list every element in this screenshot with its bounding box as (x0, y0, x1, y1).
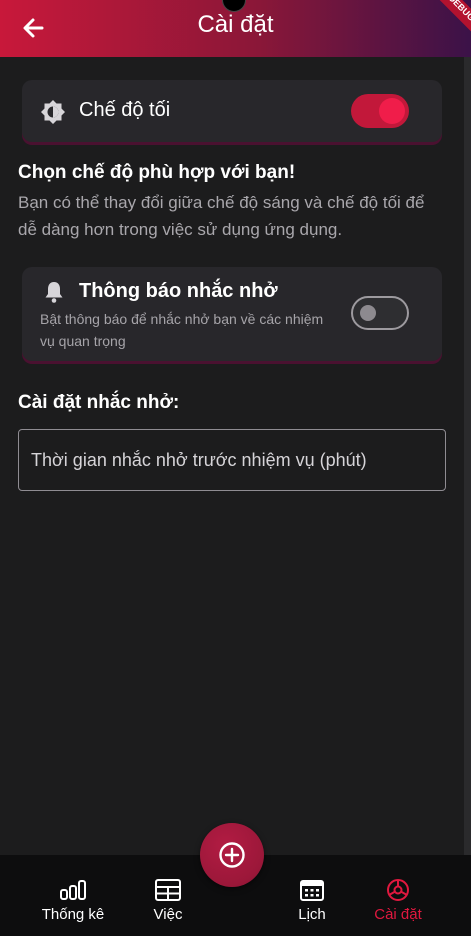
bell-icon (42, 280, 66, 309)
reminder-time-field[interactable] (18, 429, 446, 491)
add-task-button[interactable] (200, 823, 264, 887)
scrollbar (464, 57, 471, 857)
calendar-icon (300, 880, 324, 901)
dark-mode-toggle[interactable] (351, 94, 409, 128)
brightness-icon (40, 99, 66, 130)
notification-subtitle: Bật thông báo để nhắc nhở bạn về các nhi… (40, 311, 324, 349)
theme-heading: Chọn chế độ phù hợp với bạn! (18, 162, 296, 183)
nav-label-settings: Cài đặt (374, 906, 422, 923)
gear-icon (387, 879, 409, 901)
dark-mode-card: Chế độ tối (22, 80, 442, 142)
nav-item-calendar[interactable]: Lịch (282, 855, 342, 936)
app-bar: Cài đặt DEBUG (0, 0, 471, 57)
toggle-knob (379, 98, 405, 124)
notification-toggle[interactable] (351, 296, 409, 330)
toggle-knob (360, 305, 376, 321)
reminder-heading: Cài đặt nhắc nhở: (18, 392, 180, 413)
bar-chart-icon (60, 880, 86, 900)
notification-card: Thông báo nhắc nhở Bật thông báo để nhắc… (22, 267, 442, 361)
nav-label-tasks: Việc (153, 906, 183, 923)
reminder-time-input[interactable] (31, 430, 431, 490)
dark-mode-label: Chế độ tối (79, 99, 171, 121)
theme-description: Bạn có thể thay đổi giữa chế độ sáng và … (18, 193, 425, 239)
nav-label-calendar: Lịch (298, 906, 326, 923)
notification-title: Thông báo nhắc nhở (79, 280, 278, 302)
nav-item-tasks[interactable]: Việc (138, 855, 198, 936)
nav-item-settings[interactable]: Cài đặt (362, 855, 434, 936)
nav-label-statistics: Thống kê (41, 906, 105, 923)
page-title: Cài đặt (197, 11, 274, 38)
nav-item-statistics[interactable]: Thống kê (30, 855, 116, 936)
table-icon (155, 879, 181, 901)
add-circle-icon (219, 842, 245, 868)
